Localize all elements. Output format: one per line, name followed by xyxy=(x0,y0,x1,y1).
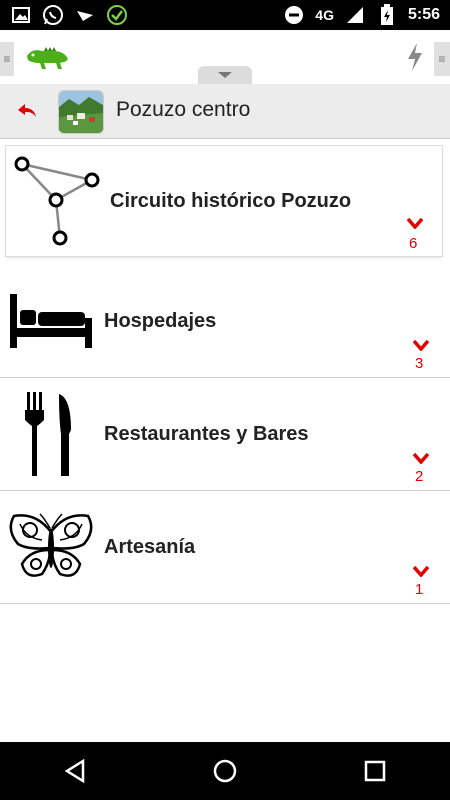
route-card-label: Circuito histórico Pozuzo xyxy=(110,190,352,212)
network-type: 4G xyxy=(315,7,334,23)
place-thumbnail xyxy=(58,90,104,134)
system-nav-bar xyxy=(0,742,450,800)
signal-icon xyxy=(344,4,366,26)
do-not-disturb-icon xyxy=(283,4,305,26)
nav-recents-button[interactable] xyxy=(345,751,405,791)
list-item-count: 3 xyxy=(415,355,424,372)
battery-icon xyxy=(376,4,398,26)
list-item-label: Artesanía xyxy=(104,536,196,558)
list-item-hospedajes[interactable]: Hospedajes 3 xyxy=(0,265,450,378)
flash-icon[interactable] xyxy=(406,42,424,77)
back-arrow-icon xyxy=(18,104,36,117)
butterfly-icon xyxy=(6,505,96,589)
chevron-down-icon[interactable] xyxy=(412,452,430,466)
list-item-count: 2 xyxy=(415,468,424,485)
route-card-circuito[interactable]: Circuito histórico Pozuzo 6 xyxy=(6,146,442,256)
chevron-down-icon[interactable] xyxy=(412,565,430,579)
gallery-icon xyxy=(10,4,32,26)
triangle-back-icon xyxy=(64,759,85,783)
list-item-label: Restaurantes y Bares xyxy=(104,423,309,445)
chevron-down-icon[interactable] xyxy=(412,339,430,353)
list-item-count: 1 xyxy=(415,581,424,598)
bed-icon xyxy=(6,279,96,363)
status-bar: 4G 5:56 xyxy=(0,0,450,30)
route-map-icon xyxy=(12,152,108,253)
right-drawer-handle-icon[interactable]: ≡ xyxy=(434,42,450,76)
chevron-down-icon[interactable] xyxy=(406,217,424,231)
route-card-count: 6 xyxy=(409,235,418,252)
check-circle-icon xyxy=(106,4,128,26)
list-item-restaurantes[interactable]: Restaurantes y Bares 2 xyxy=(0,378,450,491)
circle-home-icon xyxy=(213,759,237,783)
whatsapp-icon xyxy=(42,4,64,26)
clock: 5:56 xyxy=(407,6,440,23)
list-item-artesania[interactable]: Artesanía 1 xyxy=(0,491,450,604)
caret-down-icon xyxy=(218,72,232,78)
back-button[interactable] xyxy=(14,98,40,124)
pull-down-tab[interactable] xyxy=(198,66,252,84)
list-item-label: Hospedajes xyxy=(104,310,217,332)
page-title: Pozuzo centro xyxy=(116,98,251,121)
square-recents-icon xyxy=(364,760,386,782)
nav-home-button[interactable] xyxy=(195,751,255,791)
nav-back-button[interactable] xyxy=(45,751,105,791)
left-drawer-handle-icon[interactable]: ≡ xyxy=(0,42,14,76)
arrow-notification-icon xyxy=(74,4,96,26)
breadcrumb: Pozuzo centro xyxy=(0,84,450,139)
fork-knife-icon xyxy=(6,392,96,476)
iguana-logo-icon xyxy=(24,42,70,77)
